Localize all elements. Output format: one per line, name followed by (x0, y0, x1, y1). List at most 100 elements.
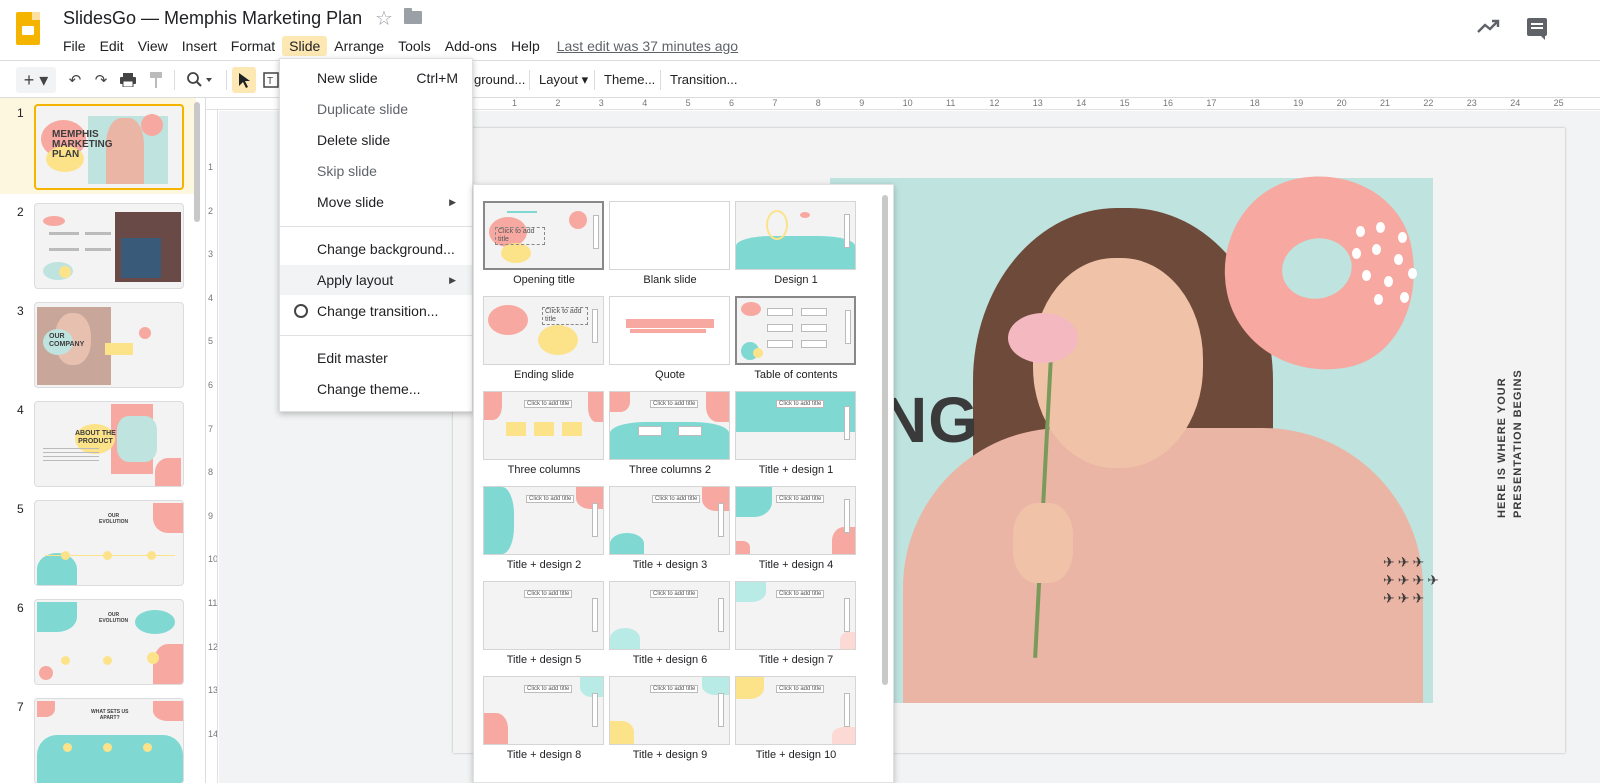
slide-thumbnail[interactable]: OUR EVOLUTION (34, 500, 184, 586)
layout-option-quote[interactable]: Quote (609, 296, 731, 386)
redo-icon[interactable]: ↷ (90, 67, 112, 93)
menu-item-move-slide[interactable]: Move slide ▶ (280, 187, 472, 217)
background-button[interactable]: ground... (474, 67, 525, 93)
menu-item-new-slide[interactable]: New slide Ctrl+M (280, 63, 472, 93)
slides-logo-icon[interactable] (16, 12, 40, 45)
slide-thumbnail[interactable]: ABOUT THE PRODUCT (34, 401, 184, 487)
slide-number: 3 (17, 304, 24, 318)
layout-thumbnail[interactable]: Click to add title (483, 296, 604, 365)
layout-option-ending-slide[interactable]: Click to add title Ending slide (483, 296, 605, 386)
layout-option-title-design-1[interactable]: Click to add title Title + design 1 (735, 391, 857, 481)
layout-thumbnail[interactable]: Click to add title (483, 676, 604, 745)
menu-tools[interactable]: Tools (391, 36, 438, 56)
layout-thumbnail[interactable]: Click to add title (483, 581, 604, 650)
folder-icon[interactable] (404, 8, 422, 24)
layout-label: Opening title (513, 274, 575, 286)
slide-thumbnail[interactable]: OUR COMPANY (34, 302, 184, 388)
last-edit-link[interactable]: Last edit was 37 minutes ago (557, 38, 738, 54)
ruler-tick-label: 5 (208, 336, 214, 347)
filmstrip-slide-2[interactable]: 2 (0, 197, 196, 293)
menu-addons[interactable]: Add-ons (438, 36, 504, 56)
select-icon[interactable] (232, 67, 256, 93)
menu-file[interactable]: File (56, 36, 93, 56)
undo-icon[interactable]: ↶ (64, 67, 86, 93)
layout-thumbnail[interactable]: Click to add title (483, 486, 604, 555)
ruler-tick-label: 22 (1423, 98, 1434, 108)
slide-thumbnail[interactable] (34, 203, 184, 289)
menu-format[interactable]: Format (224, 36, 282, 56)
transition-button[interactable]: Transition... (670, 67, 737, 93)
layout-thumbnail[interactable] (609, 296, 730, 365)
filmstrip-slide-3[interactable]: 3 OUR COMPANY (0, 296, 196, 392)
slide-tagline[interactable]: HERE IS WHERE YOUR PRESENTATION BEGINS (1493, 358, 1533, 518)
filmstrip-slide-1[interactable]: 1 MEMPHIS MARKETING PLAN (0, 98, 196, 194)
menu-item-delete-slide[interactable]: Delete slide (280, 125, 472, 155)
layout-thumbnail[interactable]: Click to add title (609, 391, 730, 460)
document-title[interactable]: SlidesGo — Memphis Marketing Plan (63, 8, 362, 29)
layout-option-design-1[interactable]: Design 1 (735, 201, 857, 291)
layout-thumbnail[interactable] (609, 201, 730, 270)
zoom-icon[interactable] (182, 67, 218, 93)
layout-thumbnail[interactable]: Click to add title (735, 486, 856, 555)
menu-arrange[interactable]: Arrange (327, 36, 391, 56)
slide-thumbnail[interactable]: OUR EVOLUTION (34, 599, 184, 685)
layout-thumbnail[interactable] (735, 296, 856, 365)
layout-option-table-of-contents[interactable]: Table of contents (735, 296, 857, 386)
layout-option-opening-title[interactable]: Click to add title Opening title (483, 201, 605, 291)
menu-slide[interactable]: Slide (282, 36, 328, 56)
theme-button[interactable]: Theme... (604, 67, 655, 93)
menu-item-duplicate-slide[interactable]: Duplicate slide (280, 94, 472, 124)
filmstrip-scrollbar[interactable] (194, 102, 200, 222)
add-icon[interactable]: + ▾ (16, 67, 56, 93)
layout-label: Title + design 8 (506, 749, 582, 761)
star-icon[interactable]: ☆ (375, 6, 393, 31)
slide-tagline-line1: HERE IS WHERE YOUR (1496, 377, 1508, 518)
layout-option-title-design-3[interactable]: Click to add title Title + design 3 (609, 486, 731, 576)
layout-thumbnail[interactable]: Click to add title (483, 201, 604, 270)
menu-help[interactable]: Help (504, 36, 547, 56)
filmstrip-slide-6[interactable]: 6 OUR EVOLUTION (0, 593, 196, 689)
menu-item-edit-master[interactable]: Edit master (280, 343, 472, 373)
layout-thumbnail[interactable]: Click to add title (609, 486, 730, 555)
layout-option-title-design-4[interactable]: Click to add title Title + design 4 (735, 486, 857, 576)
layout-option-three-columns-2[interactable]: Click to add title Three columns 2 (609, 391, 731, 481)
layout-option-title-design-9[interactable]: Click to add title Title + design 9 (609, 676, 731, 766)
layout-option-title-design-8[interactable]: Click to add title Title + design 8 (483, 676, 605, 766)
menu-edit[interactable]: Edit (93, 36, 131, 56)
layout-option-blank-slide[interactable]: Blank slide (609, 201, 731, 291)
layout-thumbnail[interactable]: Click to add title (735, 676, 856, 745)
menu-item-change-transition[interactable]: Change transition... (280, 296, 472, 326)
slide-title-partial[interactable]: NG (881, 383, 979, 457)
comment-icon[interactable] (1527, 18, 1547, 40)
menu-item-skip-slide[interactable]: Skip slide (280, 156, 472, 186)
layout-submenu-scrollbar[interactable] (882, 195, 888, 685)
layout-option-title-design-10[interactable]: Click to add title Title + design 10 (735, 676, 857, 766)
paint-format-icon[interactable] (145, 67, 167, 93)
filmstrip-slide-5[interactable]: 5 OUR EVOLUTION (0, 494, 196, 590)
menu-insert[interactable]: Insert (175, 36, 224, 56)
layout-option-three-columns[interactable]: Click to add title Three columns (483, 391, 605, 481)
layout-thumbnail[interactable]: Click to add title (609, 581, 730, 650)
layout-thumbnail[interactable]: Click to add title (483, 391, 604, 460)
menu-item-change-background[interactable]: Change background... (280, 234, 472, 264)
menu-item-apply-layout[interactable]: Apply layout ▶ (280, 265, 472, 295)
layout-option-title-design-2[interactable]: Click to add title Title + design 2 (483, 486, 605, 576)
layout-option-title-design-7[interactable]: Click to add title Title + design 7 (735, 581, 857, 671)
layout-button[interactable]: Layout ▾ (539, 67, 588, 93)
trending-icon[interactable] (1476, 16, 1502, 36)
ruler-tick-label: 10 (208, 554, 218, 565)
print-icon[interactable] (117, 67, 139, 93)
menu-view[interactable]: View (131, 36, 175, 56)
layout-thumbnail[interactable]: Click to add title (735, 391, 856, 460)
layout-thumbnail[interactable]: Click to add title (735, 581, 856, 650)
layout-option-title-design-5[interactable]: Click to add title Title + design 5 (483, 581, 605, 671)
layout-thumbnail[interactable] (735, 201, 856, 270)
filmstrip-slide-4[interactable]: 4 ABOUT THE PRODUCT (0, 395, 196, 491)
layout-thumbnail[interactable]: Click to add title (609, 676, 730, 745)
slide-thumbnail[interactable]: WHAT SETS US APART? (34, 698, 184, 783)
layout-option-title-design-6[interactable]: Click to add title Title + design 6 (609, 581, 731, 671)
filmstrip-slide-7[interactable]: 7 WHAT SETS US APART? (0, 692, 196, 783)
slide-thumbnail[interactable]: MEMPHIS MARKETING PLAN (34, 104, 184, 190)
menu-item-change-theme[interactable]: Change theme... (280, 374, 472, 404)
layout-label: Title + design 2 (506, 559, 582, 571)
